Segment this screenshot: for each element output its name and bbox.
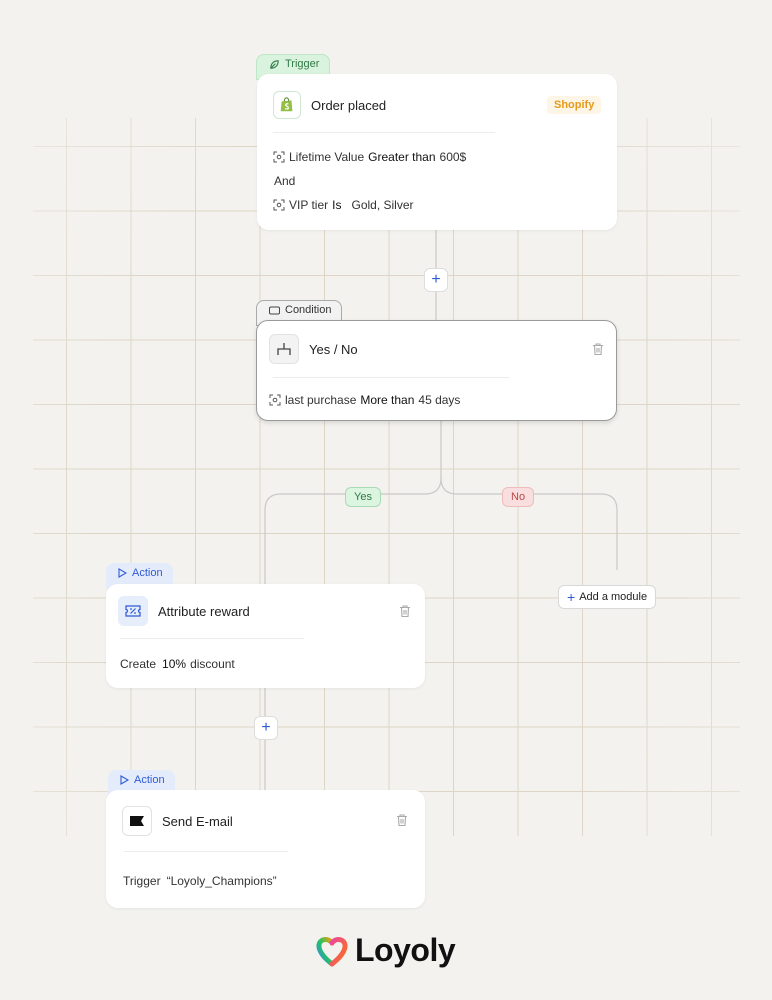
condition-icon xyxy=(269,306,280,314)
condition-header: Yes / No xyxy=(269,334,358,364)
trigger-rule-1: Lifetime Value Greater than 600$ xyxy=(273,150,466,164)
add-module-label: Add a module xyxy=(579,591,648,603)
plus-icon: + xyxy=(567,589,576,605)
desc-suffix: discount xyxy=(190,657,235,671)
condition-card[interactable]: Yes / No last purchase More than 45 days xyxy=(256,320,617,421)
condition-divider xyxy=(273,377,509,378)
rule-operator: Greater than xyxy=(368,150,436,164)
shopify-badge: Shopify xyxy=(547,96,602,114)
action-description: Trigger “Loyoly_Champions” xyxy=(123,874,277,888)
play-icon xyxy=(120,775,129,785)
rule-operator: Is xyxy=(332,198,342,212)
condition-title: Yes / No xyxy=(309,341,358,357)
action-tag-label: Action xyxy=(134,774,165,786)
condition-tag-label: Condition xyxy=(285,304,332,316)
desc-prefix: Create xyxy=(120,657,157,671)
action-tag-label: Action xyxy=(132,567,163,579)
add-step-button[interactable]: + xyxy=(424,268,448,292)
action-header: Attribute reward xyxy=(118,596,250,626)
rule-value: Gold, Silver xyxy=(351,198,414,212)
trigger-tag-label: Trigger xyxy=(285,58,320,70)
desc-value: 10% xyxy=(162,657,187,671)
action-description: Create 10% discount xyxy=(120,657,235,671)
action-divider xyxy=(120,638,304,639)
rule-field: VIP tier xyxy=(289,198,329,212)
trigger-card[interactable]: Order placed Shopify Lifetime Value Grea… xyxy=(257,74,617,230)
split-icon xyxy=(269,334,299,364)
action-header: Send E-mail xyxy=(122,806,233,836)
reward-icon xyxy=(118,596,148,626)
brand-logo: Loyoly xyxy=(315,932,456,969)
play-icon xyxy=(118,568,127,578)
desc-prefix: Trigger xyxy=(123,874,161,888)
send-email-card[interactable]: Send E-mail Trigger “Loyoly_Champions” xyxy=(106,790,425,908)
trash-icon[interactable] xyxy=(591,342,605,356)
no-branch-label: No xyxy=(502,487,535,507)
scan-icon xyxy=(273,199,285,211)
trigger-divider xyxy=(273,132,495,133)
trash-icon[interactable] xyxy=(395,813,409,827)
klaviyo-icon xyxy=(122,806,152,836)
trigger-header: Order placed xyxy=(273,91,386,119)
shopify-icon xyxy=(273,91,301,119)
trash-icon[interactable] xyxy=(398,604,412,618)
attribute-reward-card[interactable]: Attribute reward Create 10% discount xyxy=(106,584,425,688)
loyoly-logo-icon xyxy=(316,936,348,966)
add-module-button[interactable]: + Add a module xyxy=(558,585,657,609)
scan-icon xyxy=(269,394,281,406)
condition-rule: last purchase More than 45 days xyxy=(269,393,460,407)
rule-value: 45 days xyxy=(418,393,461,407)
trigger-title: Order placed xyxy=(311,97,387,113)
action-divider xyxy=(124,851,288,852)
add-step-button[interactable]: + xyxy=(254,716,278,740)
rule-operator: More than xyxy=(360,393,415,407)
action-title: Attribute reward xyxy=(158,603,250,619)
trigger-rule-2: VIP tier Is Gold, Silver xyxy=(273,198,414,212)
rule-field: Lifetime Value xyxy=(289,150,365,164)
desc-value: “Loyoly_Champions” xyxy=(166,874,277,888)
leaf-icon xyxy=(270,59,279,69)
yes-branch-label: Yes xyxy=(345,487,381,507)
rule-field: last purchase xyxy=(285,393,357,407)
trigger-joiner: And xyxy=(274,174,296,188)
brand-name: Loyoly xyxy=(355,932,456,968)
action-title: Send E-mail xyxy=(162,813,233,829)
rule-value: 600$ xyxy=(439,150,467,164)
scan-icon xyxy=(273,151,285,163)
